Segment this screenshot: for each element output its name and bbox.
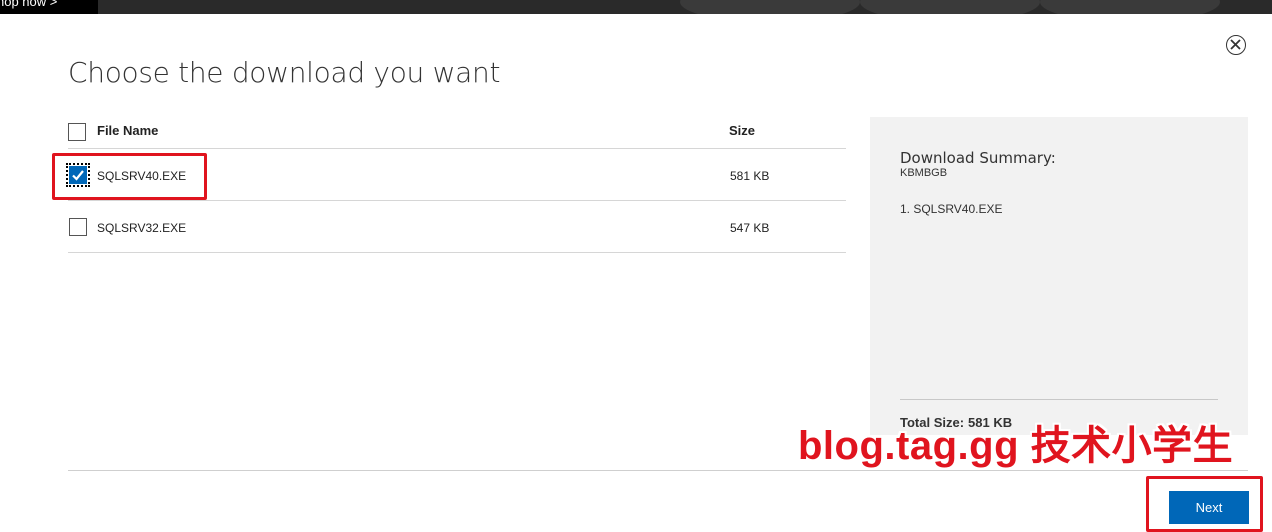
file-size: 581 KB — [730, 169, 770, 183]
background-banner: hop now > — [0, 0, 1272, 14]
banner-image — [680, 0, 860, 14]
banner-image — [860, 0, 1040, 14]
summary-title: Download Summary: — [900, 149, 1056, 167]
file-checkbox[interactable] — [69, 218, 87, 236]
shop-now-link[interactable]: hop now > — [0, 0, 98, 14]
summary-subtitle: KBMBGB — [900, 167, 948, 179]
file-name: SQLSRV32.EXE — [97, 221, 187, 235]
file-size: 547 KB — [730, 221, 770, 235]
dialog-title: Choose the download you want — [68, 56, 501, 89]
file-name-header[interactable]: File Name — [97, 123, 158, 138]
banner-image — [1040, 0, 1220, 14]
size-header[interactable]: Size — [729, 123, 755, 138]
download-summary-panel: Download Summary: KBMBGB 1. SQLSRV40.EXE… — [870, 117, 1248, 435]
select-all-checkbox[interactable] — [68, 123, 86, 141]
annotation-highlight-file — [52, 153, 207, 200]
row-divider — [68, 200, 846, 201]
row-divider — [68, 252, 846, 253]
annotation-highlight-next — [1146, 476, 1263, 532]
summary-divider — [900, 399, 1218, 400]
close-icon[interactable] — [1226, 35, 1246, 55]
header-divider — [68, 148, 846, 149]
summary-item: 1. SQLSRV40.EXE — [900, 202, 1003, 216]
footer-divider — [68, 470, 1248, 471]
watermark-text: blog.tag.gg 技术小学生 — [798, 424, 1234, 468]
